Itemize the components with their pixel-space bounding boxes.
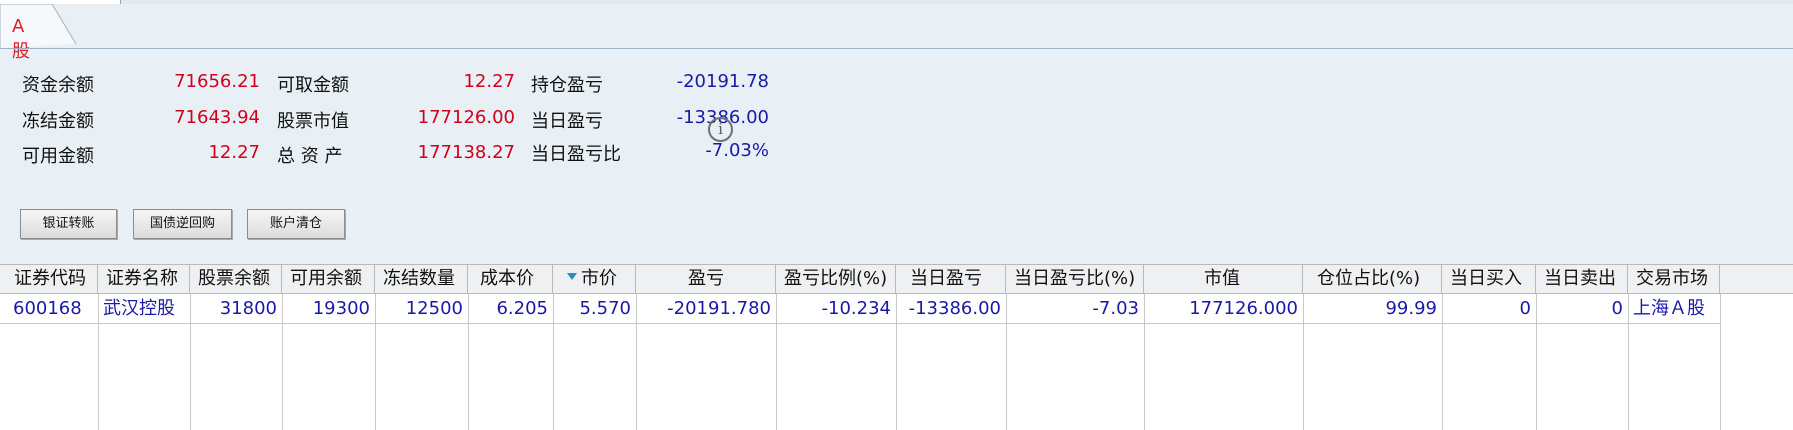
cell-stock-balance: 31800	[219, 298, 277, 319]
column-divider	[1720, 294, 1721, 430]
header-market-value[interactable]: 市值	[1144, 265, 1303, 293]
cell-daily-buy: 0	[1519, 298, 1531, 319]
sort-descending-icon	[567, 272, 577, 280]
cell-frozen-quantity: 12500	[405, 298, 463, 319]
cell-pnl-ratio: -10.234	[821, 298, 891, 319]
cell-exchange: 上海Ａ股	[1633, 298, 1705, 319]
total-assets-value: 177138.27	[417, 142, 515, 163]
header-market-price[interactable]: 市价	[553, 265, 636, 293]
column-divider	[190, 294, 191, 430]
header-daily-pnl-ratio[interactable]: 当日盈亏比(%)	[1006, 265, 1144, 293]
table-row[interactable]: 600168 武汉控股 31800 19300 12500 6.205 5.57…	[0, 294, 1720, 324]
header-daily-sell[interactable]: 当日卖出	[1536, 265, 1628, 293]
tab-label: A股	[12, 16, 30, 62]
cash-balance-label: 资金余额	[22, 75, 94, 96]
column-divider	[98, 294, 99, 430]
column-divider	[896, 294, 897, 430]
info-icon[interactable]: i	[708, 117, 733, 142]
column-divider	[1628, 294, 1629, 430]
cell-market-price: 5.570	[579, 298, 631, 319]
cell-position-ratio: 99.99	[1385, 298, 1437, 319]
header-cost-price[interactable]: 成本价	[468, 265, 553, 293]
column-divider	[776, 294, 777, 430]
positions-table: 证券代码 证券名称 股票余额 可用余额 冻结数量 成本价 市价 盈亏 盈亏比例(…	[0, 264, 1793, 430]
header-pnl-ratio[interactable]: 盈亏比例(%)	[776, 265, 896, 293]
cell-stock-name: 武汉控股	[103, 298, 175, 319]
cell-daily-pnl: -13386.00	[908, 298, 1001, 319]
total-assets-label: 总 资 产	[277, 146, 343, 167]
daily-pnl-label: 当日盈亏	[531, 111, 603, 132]
reverse-repo-button[interactable]: 国债逆回购	[133, 209, 232, 239]
column-divider	[1536, 294, 1537, 430]
cell-stock-code: 600168	[13, 298, 82, 319]
header-stock-name[interactable]: 证券名称	[98, 265, 190, 293]
cell-available-balance: 19300	[312, 298, 370, 319]
cell-market-value: 177126.000	[1189, 298, 1298, 319]
cell-pnl: -20191.780	[667, 298, 771, 319]
column-divider	[1006, 294, 1007, 430]
bank-transfer-button[interactable]: 银证转账	[20, 209, 117, 239]
header-daily-buy[interactable]: 当日买入	[1442, 265, 1536, 293]
daily-pnl-ratio-label: 当日盈亏比	[531, 144, 621, 165]
tab-divider	[0, 48, 1793, 49]
column-divider	[375, 294, 376, 430]
frozen-amount-label: 冻结金额	[22, 111, 94, 132]
column-divider	[553, 294, 554, 430]
stock-market-value-label: 股票市值	[277, 111, 349, 132]
column-divider	[468, 294, 469, 430]
frozen-amount-value: 71643.94	[174, 107, 260, 128]
column-divider	[1442, 294, 1443, 430]
table-header: 证券代码 证券名称 股票余额 可用余额 冻结数量 成本价 市价 盈亏 盈亏比例(…	[0, 264, 1793, 294]
withdrawable-amount-label: 可取金额	[277, 75, 349, 96]
cell-daily-pnl-ratio: -7.03	[1092, 298, 1139, 319]
position-pnl-value: -20191.78	[676, 71, 769, 92]
header-stock-code[interactable]: 证券代码	[0, 265, 98, 293]
available-amount-value: 12.27	[208, 142, 260, 163]
cell-daily-sell: 0	[1611, 298, 1623, 319]
column-divider	[282, 294, 283, 430]
header-market-price-label: 市价	[581, 268, 617, 289]
column-divider	[1303, 294, 1304, 430]
header-frozen-quantity[interactable]: 冻结数量	[375, 265, 468, 293]
header-stock-balance[interactable]: 股票余额	[190, 265, 282, 293]
account-summary-panel: A股 资金余额 71656.21 冻结金额 71643.94 可用金额 12.2…	[0, 4, 1793, 264]
header-exchange[interactable]: 交易市场	[1628, 265, 1720, 293]
header-pnl[interactable]: 盈亏	[636, 265, 776, 293]
header-available-balance[interactable]: 可用余额	[282, 265, 375, 293]
header-daily-pnl[interactable]: 当日盈亏	[896, 265, 1006, 293]
cell-cost-price: 6.205	[496, 298, 548, 319]
clear-position-button[interactable]: 账户清仓	[247, 209, 345, 239]
stock-market-value-value: 177126.00	[417, 107, 515, 128]
daily-pnl-ratio-value: -7.03%	[705, 140, 769, 161]
header-position-ratio[interactable]: 仓位占比(%)	[1303, 265, 1442, 293]
available-amount-label: 可用金额	[22, 146, 94, 167]
column-divider	[1144, 294, 1145, 430]
column-divider	[636, 294, 637, 430]
cash-balance-value: 71656.21	[174, 71, 260, 92]
withdrawable-amount-value: 12.27	[463, 71, 515, 92]
position-pnl-label: 持仓盈亏	[531, 75, 603, 96]
